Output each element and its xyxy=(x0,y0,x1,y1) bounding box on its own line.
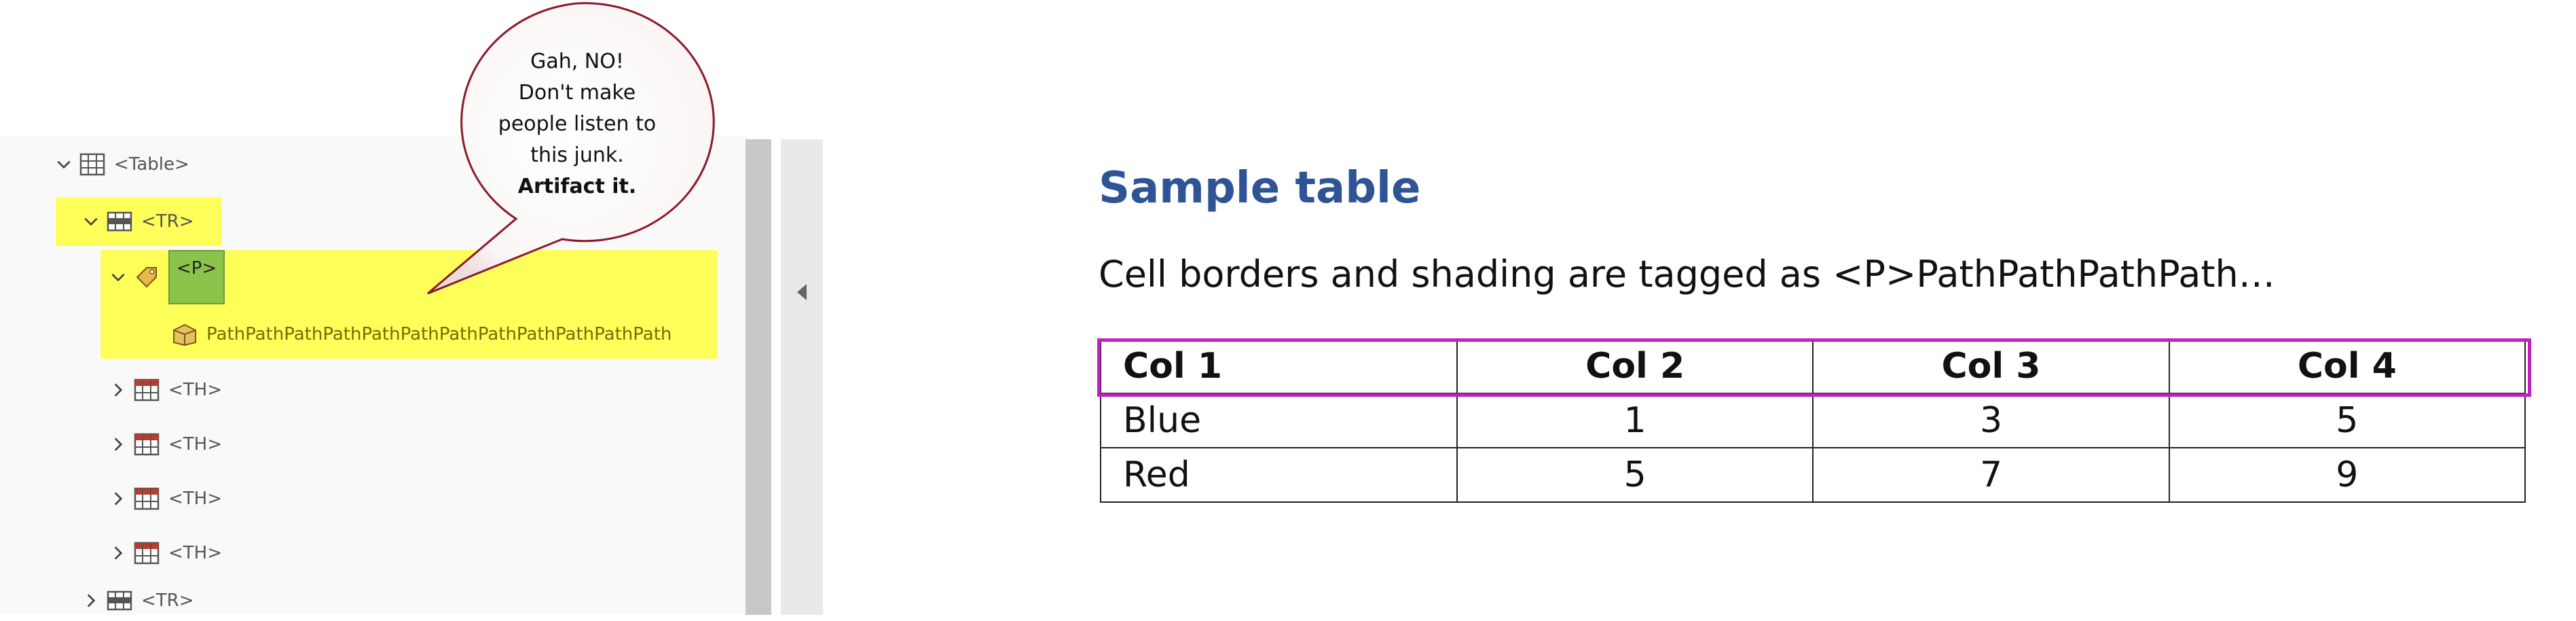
tree-node-tr-label: <TR> xyxy=(141,211,194,232)
tree-node-table-label: <Table> xyxy=(114,154,189,175)
chevron-right-icon[interactable] xyxy=(105,539,132,567)
table-header-cell: Col 3 xyxy=(1812,338,2170,394)
chevron-down-icon[interactable] xyxy=(50,151,77,178)
table-row: Red 5 7 9 xyxy=(1100,447,2526,503)
tree-node-tr[interactable]: <TR> xyxy=(77,580,194,621)
tree-node-th[interactable]: <TH> xyxy=(105,478,222,519)
table-row-icon xyxy=(105,208,134,235)
tree-node-p[interactable]: <P> xyxy=(105,250,225,304)
chevron-down-icon[interactable] xyxy=(77,208,105,235)
table-cell: 7 xyxy=(1812,447,2170,503)
tree-node-tr[interactable]: <TR> xyxy=(77,201,194,242)
table-cell: 5 xyxy=(1456,447,1814,503)
tree-node-th-label: <TH> xyxy=(168,434,223,455)
tree-node-th[interactable]: <TH> xyxy=(105,370,222,410)
document-paragraph: Cell borders and shading are tagged as <… xyxy=(1099,253,2275,296)
bubble-line: Gah, NO! xyxy=(530,50,624,73)
bubble-line-bold: Artifact it. xyxy=(517,175,637,198)
table-cell: Red xyxy=(1100,447,1458,503)
tree-node-th[interactable]: <TH> xyxy=(105,424,222,465)
pane-divider[interactable] xyxy=(781,139,823,615)
chevron-right-icon[interactable] xyxy=(77,587,105,614)
table-cell: 5 xyxy=(2168,393,2526,448)
bubble-line: Don't make xyxy=(518,81,636,105)
chevron-right-icon[interactable] xyxy=(105,376,132,404)
table-header-cell: Col 4 xyxy=(2168,338,2526,394)
tree-node-th[interactable]: <TH> xyxy=(105,533,222,573)
table-cell: 1 xyxy=(1456,393,1814,448)
chevron-down-icon[interactable] xyxy=(105,264,132,291)
table-cell: Blue xyxy=(1100,393,1458,448)
tree-node-path-content[interactable]: PathPathPathPathPathPathPathPathPathPath… xyxy=(170,314,671,355)
table-cell: 9 xyxy=(2168,447,2526,503)
tree-node-th-label: <TH> xyxy=(168,543,223,563)
table-icon xyxy=(77,151,107,178)
tree-node-table[interactable]: <Table> xyxy=(50,144,189,185)
table-header-cell-icon xyxy=(132,539,162,567)
tree-node-path-content-label: PathPathPathPathPathPathPathPathPathPath… xyxy=(206,324,672,344)
table-header-row: Col 1 Col 2 Col 3 Col 4 xyxy=(1100,338,2526,394)
table-header-cell-icon xyxy=(132,485,162,512)
table-header-cell: Col 2 xyxy=(1456,338,1814,394)
bubble-line: this junk. xyxy=(530,143,624,167)
tree-node-th-label: <TH> xyxy=(168,380,223,400)
chevron-right-icon[interactable] xyxy=(105,485,132,512)
sample-table: Col 1 Col 2 Col 3 Col 4 Blue 1 3 5 Red 5… xyxy=(1100,338,2526,503)
table-header-cell-icon xyxy=(132,431,162,458)
document-heading: Sample table xyxy=(1099,163,1421,213)
tag-icon xyxy=(132,264,162,291)
panel-scrollbar[interactable] xyxy=(746,139,771,615)
chevron-right-icon[interactable] xyxy=(105,431,132,458)
bubble-line: people listen to xyxy=(498,112,657,136)
table-row: Blue 1 3 5 xyxy=(1100,393,2526,448)
speech-bubble-text: Gah, NO! Don't make people listen to thi… xyxy=(475,46,679,202)
table-header-cell: Col 1 xyxy=(1100,338,1458,394)
tree-node-tr-label: <TR> xyxy=(141,590,194,611)
tree-node-p-label: <P> xyxy=(168,250,225,304)
table-header-cell-icon xyxy=(132,376,162,404)
path-content-icon xyxy=(170,321,200,348)
table-row-icon xyxy=(105,587,134,614)
table-cell: 3 xyxy=(1812,393,2170,448)
tree-node-th-label: <TH> xyxy=(168,489,223,509)
collapse-arrow-icon[interactable] xyxy=(796,283,808,302)
